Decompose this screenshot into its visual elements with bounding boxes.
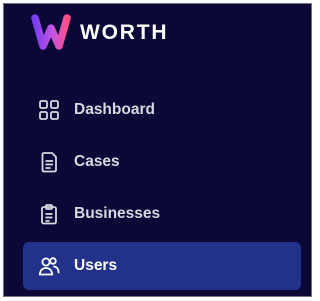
brand-header[interactable]: WORTH: [30, 14, 168, 50]
users-icon: [37, 254, 61, 278]
document-icon: [37, 150, 61, 174]
grid-icon: [37, 98, 61, 122]
sidebar: WORTH Dashboard Cases Businesses Users: [3, 3, 312, 297]
sidebar-item-businesses[interactable]: Businesses: [23, 190, 301, 238]
sidebar-item-users[interactable]: Users: [23, 242, 301, 290]
worth-logo-icon: [31, 14, 71, 50]
sidebar-item-dashboard[interactable]: Dashboard: [23, 86, 301, 134]
sidebar-item-label: Cases: [74, 153, 120, 171]
sidebar-item-label: Users: [74, 257, 118, 275]
clipboard-icon: [37, 202, 61, 226]
sidebar-item-label: Businesses: [74, 205, 161, 223]
sidebar-item-cases[interactable]: Cases: [23, 138, 301, 186]
brand-name: WORTH: [80, 20, 169, 44]
sidebar-item-label: Dashboard: [74, 101, 155, 119]
